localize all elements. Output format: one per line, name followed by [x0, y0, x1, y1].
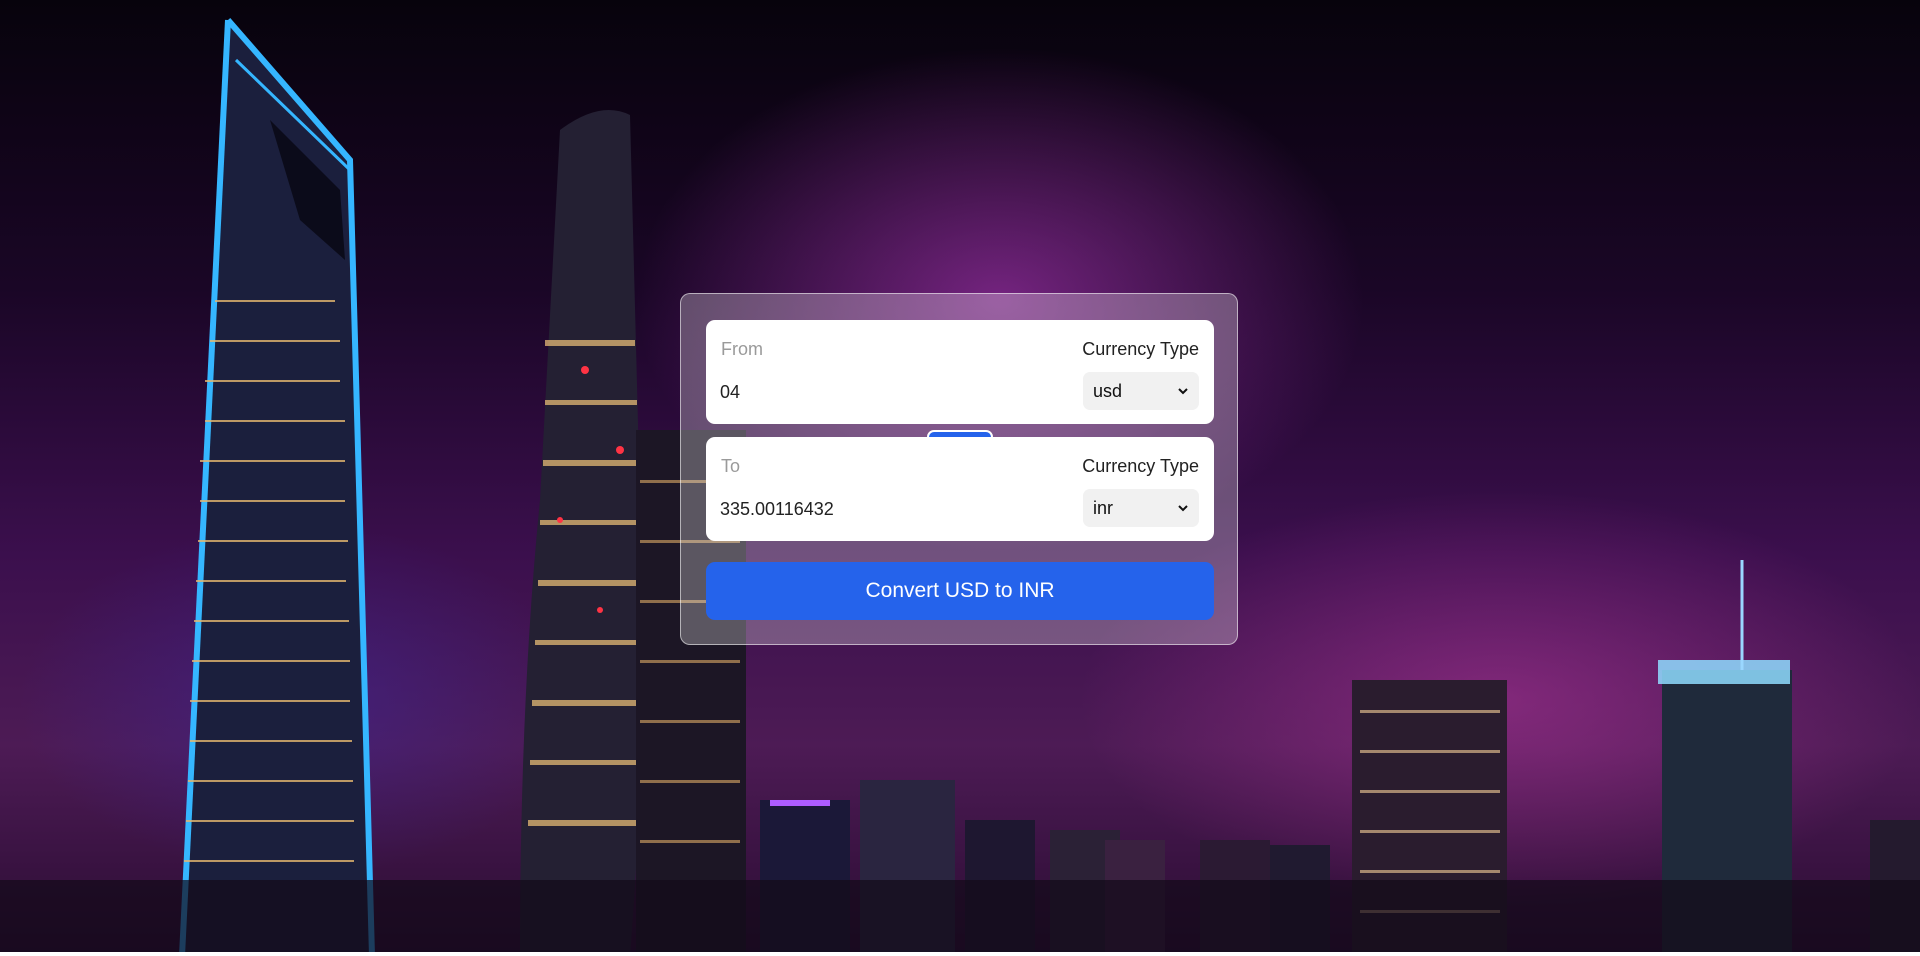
converter-card: From Currency Type usd Swap To Currency … [680, 293, 1238, 645]
from-currency-select[interactable]: usd [1083, 372, 1199, 410]
chevron-down-icon [1178, 505, 1188, 512]
to-panel: To Currency Type inr [706, 437, 1214, 541]
to-currency-select[interactable]: inr [1083, 489, 1199, 527]
from-currency-value: usd [1093, 381, 1123, 401]
from-label: From [721, 339, 763, 359]
from-amount-input[interactable] [720, 378, 1040, 406]
chevron-down-icon [1178, 388, 1188, 395]
page-bottom-edge [0, 952, 1920, 956]
convert-button[interactable]: Convert USD to INR [706, 562, 1214, 620]
to-currency-type-label: Currency Type [1082, 456, 1199, 476]
to-currency-value: inr [1093, 498, 1114, 518]
to-label: To [721, 456, 741, 476]
to-amount-input[interactable] [720, 495, 1040, 523]
from-currency-type-label: Currency Type [1082, 339, 1199, 359]
from-panel: From Currency Type usd [706, 320, 1214, 424]
